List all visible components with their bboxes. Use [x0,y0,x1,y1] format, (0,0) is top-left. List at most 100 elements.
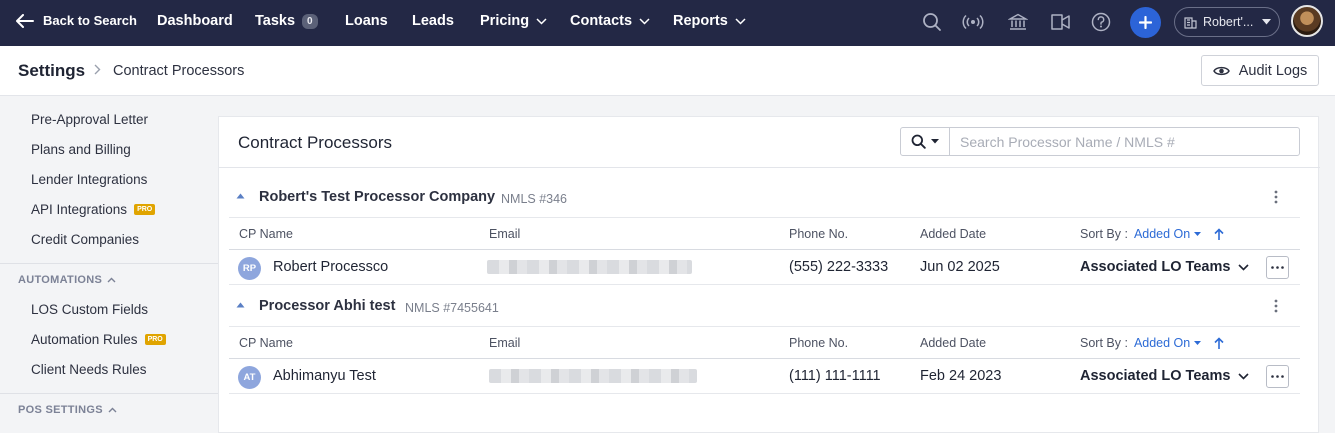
search-input[interactable] [949,127,1300,156]
nav-leads[interactable]: Leads [412,13,454,29]
row-actions-button[interactable] [1266,365,1289,388]
cp-name: Abhimanyu Test [273,368,376,384]
company-selector[interactable]: Robert'... [1174,7,1280,37]
card-title: Contract Processors [238,133,392,152]
sidebar-section-automations[interactable]: AUTOMATIONS [18,274,116,286]
sidebar-divider [0,393,218,394]
sort-direction-button[interactable] [1214,227,1224,241]
sort-field-dropdown[interactable]: Added On [1134,227,1202,241]
sidebar-item-client-needs-rules[interactable]: Client Needs Rules [31,362,147,377]
collapse-arrow-icon[interactable] [236,193,245,199]
chevron-up-icon [108,407,117,413]
sidebar-item-api-integrations[interactable]: API Integrations PRO [31,202,156,217]
processor-group-header: Processor Abhi test NMLS #7455641 [229,290,1300,323]
back-to-search-button[interactable]: Back to Search [16,13,137,28]
arrow-up-icon [1214,336,1224,349]
nav-tasks[interactable]: Tasks 0 [255,13,318,29]
more-vertical-icon [1274,299,1278,313]
nav-pricing[interactable]: Pricing [480,13,547,29]
caret-down-icon [931,139,939,144]
contract-processors-card: Contract Processors Robert's Test Proces… [218,116,1320,433]
breadcrumb: Settings Contract Processors Audit Logs [0,46,1335,96]
group-more-button[interactable] [1266,187,1286,207]
audit-logs-label: Audit Logs [1238,62,1308,79]
group-more-button[interactable] [1266,296,1286,316]
caret-down-icon [1194,232,1202,236]
avatar: RP [238,257,261,280]
nav-loans[interactable]: Loans [345,13,388,29]
nmls-number: NMLS #7455641 [405,301,499,315]
nav-reports[interactable]: Reports [673,13,746,29]
sidebar-item-automation-rules[interactable]: Automation Rules PRO [31,332,166,347]
col-phone: Phone No. [789,227,849,241]
sort-field-dropdown[interactable]: Added On [1134,336,1202,350]
col-email: Email [489,227,521,241]
company-selector-label: Robert'... [1203,15,1254,29]
sort-by-label: Sort By : [1080,227,1128,241]
chevron-down-icon [1238,372,1250,380]
sort-control: Sort By : Added On [1080,336,1224,350]
nav-dashboard[interactable]: Dashboard [157,13,233,29]
broadcast-icon[interactable] [962,11,984,33]
phone-number: (555) 222-3333 [789,259,889,275]
pro-badge: PRO [144,334,166,345]
search-type-dropdown[interactable] [900,127,950,156]
sidebar-item-los-custom-fields[interactable]: LOS Custom Fields [31,302,148,317]
audit-logs-button[interactable]: Audit Logs [1201,55,1319,86]
email-redacted [487,260,692,274]
sort-direction-button[interactable] [1214,336,1224,350]
sidebar-divider [0,263,218,264]
chevron-down-icon [536,17,547,25]
bank-icon[interactable] [1007,11,1029,33]
collapse-arrow-icon[interactable] [236,302,245,308]
more-horizontal-icon [1271,266,1284,269]
nmls-number: NMLS #346 [501,192,568,206]
caret-down-icon [1194,341,1202,345]
added-date: Feb 24 2023 [920,368,1002,384]
settings-sidebar: Pre-Approval Letter Plans and Billing Le… [0,97,218,433]
more-vertical-icon [1274,190,1278,204]
processor-group-header: Robert's Test Processor Company NMLS #34… [229,181,1300,214]
sidebar-item-lender-integrations[interactable]: Lender Integrations [31,172,147,187]
arrow-up-icon [1214,227,1224,240]
breadcrumb-settings-link[interactable]: Settings [18,61,85,81]
search-icon[interactable] [921,11,943,33]
sidebar-item-plans-and-billing[interactable]: Plans and Billing [31,142,131,157]
table-header-row: CP Name Email Phone No. Added Date Sort … [229,326,1300,359]
processor-company-name: Robert's Test Processor Company [259,189,496,205]
sidebar-section-pos-settings[interactable]: POS SETTINGS [18,404,117,416]
card-header-divider [219,167,1320,168]
table-row[interactable]: RP Robert Processco (555) 222-3333 Jun 0… [229,250,1300,285]
eye-icon [1212,66,1230,75]
chevron-up-icon [107,277,116,283]
added-date: Jun 02 2025 [920,259,1000,275]
create-new-button[interactable] [1130,7,1161,38]
table-row[interactable]: AT Abhimanyu Test (111) 111-1111 Feb 24 … [229,359,1300,394]
sort-control: Sort By : Added On [1080,227,1224,241]
sidebar-item-credit-companies[interactable]: Credit Companies [31,232,139,247]
phone-number: (111) 111-1111 [789,368,881,384]
sidebar-item-pre-approval-letter[interactable]: Pre-Approval Letter [31,112,148,127]
col-cp-name: CP Name [239,227,293,241]
associated-lo-teams-toggle[interactable]: Associated LO Teams [1080,368,1250,384]
sort-by-label: Sort By : [1080,336,1128,350]
back-to-search-label: Back to Search [43,13,137,28]
help-icon[interactable] [1090,11,1112,33]
processor-company-name: Processor Abhi test [259,298,396,314]
cp-name: Robert Processco [273,259,389,275]
plus-icon [1139,16,1152,29]
chevron-down-icon [1238,263,1250,271]
more-horizontal-icon [1271,375,1284,378]
building-icon [1184,16,1197,29]
row-actions-button[interactable] [1266,256,1289,279]
user-avatar[interactable] [1291,5,1323,37]
associated-lo-teams-toggle[interactable]: Associated LO Teams [1080,259,1250,275]
search-icon [911,134,926,149]
video-icon[interactable] [1050,11,1072,33]
email-redacted [489,369,697,383]
table-header-row: CP Name Email Phone No. Added Date Sort … [229,217,1300,250]
top-navigation-bar: Back to Search Dashboard Tasks 0 Loans Le… [0,0,1335,46]
chevron-down-icon [735,17,746,25]
nav-contacts[interactable]: Contacts [570,13,650,29]
avatar: AT [238,366,261,389]
